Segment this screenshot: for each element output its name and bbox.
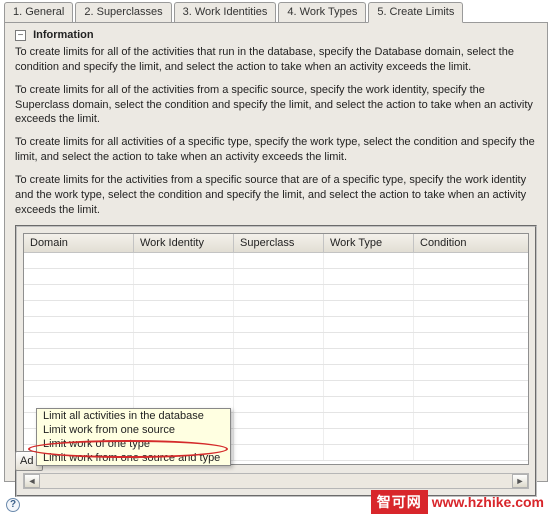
table-row[interactable] <box>24 381 528 397</box>
table-row[interactable] <box>24 365 528 381</box>
menu-limit-one-source[interactable]: Limit work from one source <box>37 423 230 437</box>
info-section: − Information To create limits for all o… <box>15 29 537 217</box>
table-row[interactable] <box>24 333 528 349</box>
watermark: 智可网 www.hzhike.com <box>371 490 544 514</box>
horizontal-scrollbar[interactable]: ◄ ► <box>23 473 529 489</box>
col-condition[interactable]: Condition <box>414 234 528 252</box>
table-row[interactable] <box>24 285 528 301</box>
tab-work-identities[interactable]: 3. Work Identities <box>174 2 277 22</box>
add-menu-popup: Limit all activities in the database Lim… <box>36 408 231 466</box>
menu-limit-source-and-type[interactable]: Limit work from one source and type <box>37 451 230 465</box>
tab-create-limits[interactable]: 5. Create Limits <box>368 2 463 23</box>
menu-limit-all-activities[interactable]: Limit all activities in the database <box>37 409 230 423</box>
info-paragraph-1: To create limits for all of the activiti… <box>15 45 537 75</box>
grid-header-row: Domain Work Identity Superclass Work Typ… <box>24 234 528 253</box>
table-row[interactable] <box>24 301 528 317</box>
tab-work-types[interactable]: 4. Work Types <box>278 2 366 22</box>
info-paragraph-3: To create limits for all activities of a… <box>15 135 537 165</box>
col-superclass[interactable]: Superclass <box>234 234 324 252</box>
table-row[interactable] <box>24 317 528 333</box>
table-row[interactable] <box>24 349 528 365</box>
col-work-type[interactable]: Work Type <box>324 234 414 252</box>
col-work-identity[interactable]: Work Identity <box>134 234 234 252</box>
scroll-track[interactable] <box>40 474 512 488</box>
tab-general[interactable]: 1. General <box>4 2 73 22</box>
table-row[interactable] <box>24 269 528 285</box>
col-domain[interactable]: Domain <box>24 234 134 252</box>
watermark-badge: 智可网 <box>371 490 428 514</box>
scroll-left-icon[interactable]: ◄ <box>24 474 40 488</box>
info-heading: Information <box>33 29 94 41</box>
info-paragraph-2: To create limits for all of the activiti… <box>15 83 537 128</box>
tab-bar: 1. General 2. Superclasses 3. Work Ident… <box>4 2 552 22</box>
watermark-url: www.hzhike.com <box>432 494 544 510</box>
scroll-right-icon[interactable]: ► <box>512 474 528 488</box>
help-icon[interactable]: ? <box>6 498 20 512</box>
tab-superclasses[interactable]: 2. Superclasses <box>75 2 171 22</box>
info-paragraph-4: To create limits for the activities from… <box>15 173 537 218</box>
collapse-toggle-icon[interactable]: − <box>15 30 26 41</box>
table-row[interactable] <box>24 253 528 269</box>
menu-limit-one-type[interactable]: Limit work of one type <box>37 437 230 451</box>
